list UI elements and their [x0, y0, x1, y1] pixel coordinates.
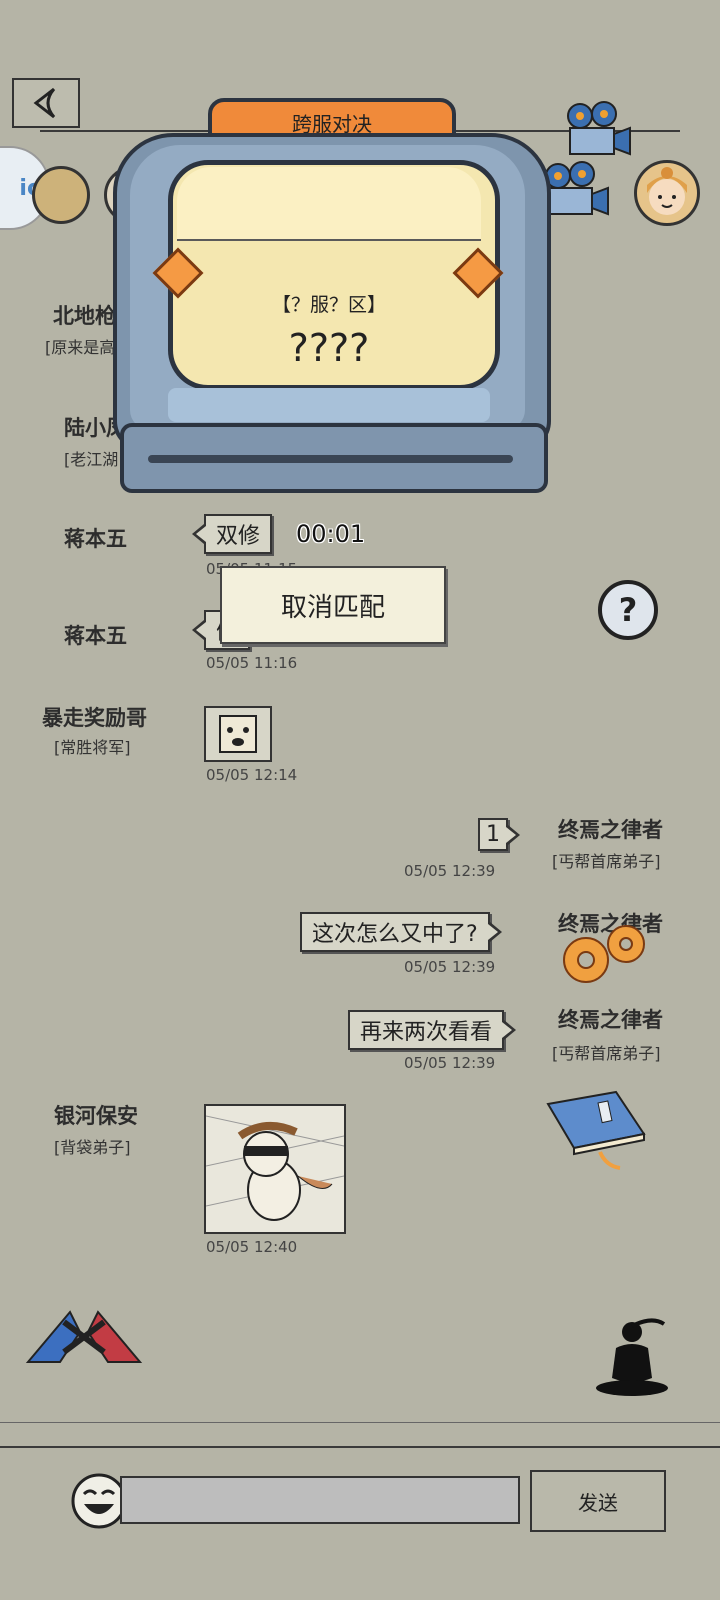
chat-bubble[interactable]: 这次怎么又中了?	[300, 912, 502, 952]
bottom-divider	[0, 1422, 720, 1423]
sticker-message[interactable]	[204, 1104, 346, 1234]
character-avatar[interactable]	[634, 160, 700, 226]
gear-icon[interactable]	[556, 920, 652, 990]
match-screen-top	[177, 167, 481, 241]
sender-title: [丐帮首席弟子]	[552, 852, 661, 871]
sender-name: 银河保安	[54, 1104, 138, 1128]
sender-name: 蒋本五	[64, 527, 127, 551]
server-label: 【？服？区】	[271, 294, 386, 316]
bandit-sticker-icon	[205, 1115, 345, 1221]
sender-title: [老江湖	[64, 450, 119, 469]
sender-name: 暴走奖励哥	[42, 706, 147, 730]
chat-bubble[interactable]: 1	[478, 818, 520, 851]
chat-bubble[interactable]: 再来两次看看	[348, 1010, 517, 1050]
sender-name: 终焉之律者	[558, 818, 663, 842]
book-icon[interactable]	[544, 1090, 648, 1172]
match-timer: 00:01	[296, 520, 366, 548]
sender-name: 蒋本五	[64, 624, 127, 648]
message-time: 05/05 12:39	[404, 1054, 496, 1072]
help-button[interactable]: ?	[598, 580, 658, 640]
sender-name: 北地枪	[53, 304, 116, 328]
bottom-divider-2	[0, 1446, 720, 1448]
chat-bubble[interactable]: 双修	[191, 514, 273, 554]
avatar[interactable]	[32, 166, 90, 224]
sender-title: [常胜将军]	[54, 738, 131, 757]
message-time: 05/05 12:14	[206, 766, 298, 784]
sender-title: [原来是高	[45, 338, 116, 357]
face-sticker-icon	[219, 715, 257, 753]
girl-face-icon	[647, 167, 687, 215]
cancel-match-button[interactable]: 取消匹配	[220, 566, 446, 644]
sticker-message[interactable]	[204, 706, 272, 762]
chat-input[interactable]	[120, 1476, 520, 1524]
message-time: 05/05 11:16	[206, 654, 298, 672]
pvp-icon[interactable]	[20, 1302, 148, 1372]
back-arrow-icon	[33, 87, 56, 119]
match-screen-bar	[168, 388, 490, 422]
camera-icon[interactable]	[562, 100, 634, 160]
message-time: 05/05 12:39	[404, 862, 496, 880]
match-machine-slot	[148, 455, 513, 463]
meditation-icon[interactable]	[592, 1316, 674, 1400]
back-button[interactable]	[12, 78, 80, 128]
message-time: 05/05 12:39	[404, 958, 496, 976]
sender-title: [丐帮首席弟子]	[552, 1044, 661, 1063]
sender-title: [背袋弟子]	[54, 1138, 131, 1157]
send-button[interactable]: 发送	[530, 1470, 666, 1532]
message-time: 05/05 12:40	[206, 1238, 298, 1256]
opponent-name: ????	[288, 326, 370, 370]
sender-name: 终焉之律者	[558, 1008, 663, 1032]
